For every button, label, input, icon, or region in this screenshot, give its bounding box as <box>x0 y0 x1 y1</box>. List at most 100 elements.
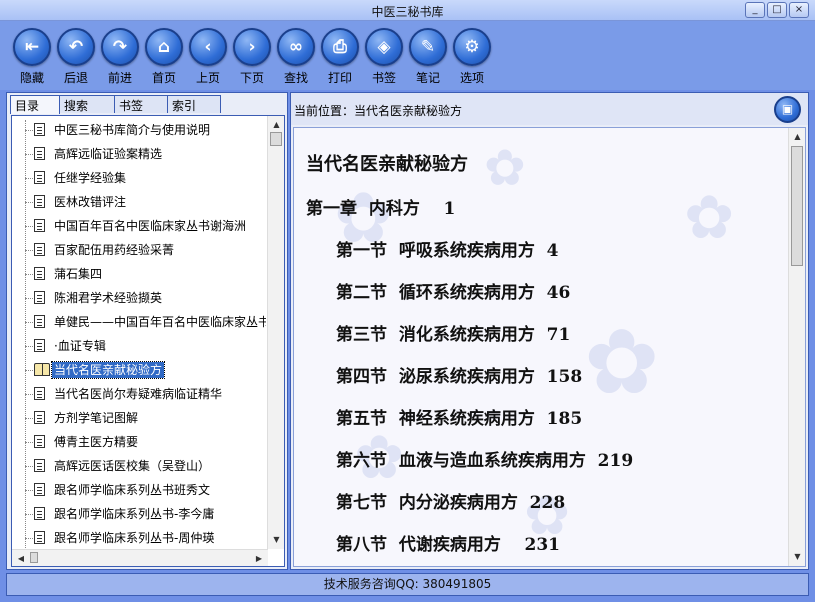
status-bar: 技术服务咨询QQ: 380491805 <box>6 573 809 596</box>
tree-item[interactable]: 傅青主医方精要 <box>12 432 266 456</box>
scroll-thumb[interactable] <box>270 132 282 146</box>
content-panel: 当前位置：当代名医亲献秘验方 ▣ ✿ ✿ ✿ ✿ ✿ ✿ 当代名医亲献秘验方 第… <box>290 92 809 570</box>
title-bar: 中医三秘书库 _ □ × <box>0 0 815 21</box>
flower-decoration-icon: ✿ <box>484 139 526 197</box>
section-heading[interactable]: 第三节 消化系统疾病用方 71 <box>336 320 570 345</box>
bookmark-button[interactable]: ◈ 书签 <box>362 28 406 86</box>
scroll-down-arrow-icon[interactable]: ▼ <box>268 533 285 547</box>
tree-item[interactable]: 跟名师学临床系列丛书-周仲瑛 <box>12 528 266 548</box>
tree-item[interactable]: 任继学经验集 <box>12 168 266 192</box>
maximize-button[interactable]: □ <box>767 2 787 18</box>
flower-decoration-icon: ✿ <box>584 310 660 415</box>
tree-connector <box>25 370 33 371</box>
notepad-icon: ✎ <box>409 28 447 66</box>
tree-item-label: 中医三秘书库简介与使用说明 <box>54 123 211 137</box>
tree-item[interactable]: 跟名师学临床系列丛书班秀文 <box>12 480 266 504</box>
tree-item[interactable]: 方剂学笔记图解 <box>12 408 266 432</box>
tree-item[interactable]: 单健民——中国百年百名中医临床家丛书 <box>12 312 266 336</box>
scroll-up-arrow-icon[interactable]: ▲ <box>789 130 805 144</box>
tab-bookmarks[interactable]: 书签 <box>114 95 168 113</box>
tree-item-label: 单健民——中国百年百名中医临床家丛书 <box>54 315 266 329</box>
scroll-thumb[interactable] <box>791 146 803 266</box>
location-bar: 当前位置：当代名医亲献秘验方 ▣ <box>291 93 808 125</box>
tree-vertical-scrollbar[interactable]: ▲ ▼ <box>267 116 284 549</box>
tree-item[interactable]: 中医三秘书库简介与使用说明 <box>12 120 266 144</box>
document-icon <box>34 315 45 328</box>
tree-item-label: ·血证专辑 <box>54 339 106 353</box>
section-heading[interactable]: 第七节 内分泌疾病用方 228 <box>336 488 565 513</box>
tree-item-label: 方剂学笔记图解 <box>54 411 139 425</box>
document-icon <box>34 531 45 544</box>
chapter-heading[interactable]: 第一章 内科方 1 <box>306 194 455 219</box>
tree-item[interactable]: 百家配伍用药经验采菁 <box>12 240 266 264</box>
tree-item[interactable]: ·血证专辑 <box>12 336 266 360</box>
tree-item[interactable]: 当代名医亲献秘验方 <box>12 360 266 384</box>
tree-item-label: 蒲石集四 <box>54 267 103 281</box>
document-vertical-scrollbar[interactable]: ▲ ▼ <box>788 128 805 566</box>
prev-label: 上页 <box>195 71 220 85</box>
tree-horizontal-scrollbar[interactable]: ◀ ▶ <box>12 549 268 566</box>
scroll-left-arrow-icon[interactable]: ◀ <box>14 552 28 566</box>
tree-connector <box>25 178 33 179</box>
tree-connector <box>25 394 33 395</box>
section-heading[interactable]: 第一节 呼吸系统疾病用方 4 <box>336 236 559 261</box>
tab-index[interactable]: 索引 <box>167 95 221 113</box>
tree-connector <box>25 322 33 323</box>
hide-button[interactable]: ⇤ 隐藏 <box>10 28 54 86</box>
document-icon <box>34 291 45 304</box>
tree-item[interactable]: 中国百年百名中医临床家丛书谢海洲 <box>12 216 266 240</box>
scroll-right-arrow-icon[interactable]: ▶ <box>252 552 266 566</box>
tree-connector <box>25 130 33 131</box>
prev-button[interactable]: ‹ 上页 <box>186 28 230 86</box>
scroll-thumb-horizontal[interactable] <box>30 552 38 563</box>
binoculars-icon: ∞ <box>277 28 315 66</box>
tree-item[interactable]: 高辉远临证验案精选 <box>12 144 266 168</box>
options-button[interactable]: ⚙ 选项 <box>450 28 494 86</box>
left-tabs: 目录 搜索 书签 索引 <box>10 95 221 114</box>
document-icon <box>34 219 45 232</box>
contents-tree: 中医三秘书库简介与使用说明高辉远临证验案精选任继学经验集医林改错评注 中国百年百名… <box>11 115 285 567</box>
back-button[interactable]: ↶ 后退 <box>54 28 98 86</box>
document-icon <box>34 267 45 280</box>
print-button[interactable]: ⎙ 打印 <box>318 28 362 86</box>
home-button[interactable]: ⌂ 首页 <box>142 28 186 86</box>
forward-arrow-icon: ↷ <box>101 28 139 66</box>
tree-item[interactable]: 当代名医尚尔寿疑难病临证精华 <box>12 384 266 408</box>
layout-toggle-button[interactable]: ▣ <box>774 96 801 123</box>
section-heading[interactable]: 第五节 神经系统疾病用方 185 <box>336 404 582 429</box>
section-heading[interactable]: 第八节 代谢疾病用方 231 <box>336 530 560 555</box>
tree-item-label: 当代名医亲献秘验方 <box>50 361 166 379</box>
tree-item[interactable]: 医林改错评注 <box>12 192 266 216</box>
tree-item[interactable]: 蒲石集四 <box>12 264 266 288</box>
tree-item-label: 跟名师学临床系列丛书-李今庸 <box>54 507 215 521</box>
tree-item-label: 任继学经验集 <box>54 171 127 185</box>
section-heading[interactable]: 第二节 循环系统疾病用方 46 <box>336 278 570 303</box>
find-button[interactable]: ∞ 查找 <box>274 28 318 86</box>
tree-item-label: 高辉远医话医校集（吴登山） <box>54 459 211 473</box>
next-label: 下页 <box>239 71 264 85</box>
close-button[interactable]: × <box>789 2 809 18</box>
scroll-up-arrow-icon[interactable]: ▲ <box>268 118 285 132</box>
next-button[interactable]: › 下页 <box>230 28 274 86</box>
home-icon: ⌂ <box>145 28 183 66</box>
document-icon <box>34 483 45 496</box>
forward-button[interactable]: ↷ 前进 <box>98 28 142 86</box>
tree-item[interactable]: 跟名师学临床系列丛书-李今庸 <box>12 504 266 528</box>
minimize-button[interactable]: _ <box>745 2 765 18</box>
section-heading[interactable]: 第四节 泌尿系统疾病用方 158 <box>336 362 582 387</box>
tree-item-label: 傅青主医方精要 <box>54 435 139 449</box>
tab-contents[interactable]: 目录 <box>10 95 60 114</box>
tree-connector <box>25 442 33 443</box>
notes-button[interactable]: ✎ 笔记 <box>406 28 450 86</box>
notes-label: 笔记 <box>415 71 440 85</box>
tab-search[interactable]: 搜索 <box>59 95 115 113</box>
tree-item-label: 当代名医尚尔寿疑难病临证精华 <box>54 387 223 401</box>
tree-item[interactable]: 高辉远医话医校集（吴登山） <box>12 456 266 480</box>
printer-icon: ⎙ <box>321 28 359 66</box>
tree-connector <box>25 466 33 467</box>
tree-connector <box>25 538 33 539</box>
tree-connector <box>25 274 33 275</box>
tree-item[interactable]: 陈湘君学术经验撷英 <box>12 288 266 312</box>
section-heading[interactable]: 第六节 血液与造血系统疾病用方 219 <box>336 446 633 471</box>
scroll-down-arrow-icon[interactable]: ▼ <box>789 550 805 564</box>
